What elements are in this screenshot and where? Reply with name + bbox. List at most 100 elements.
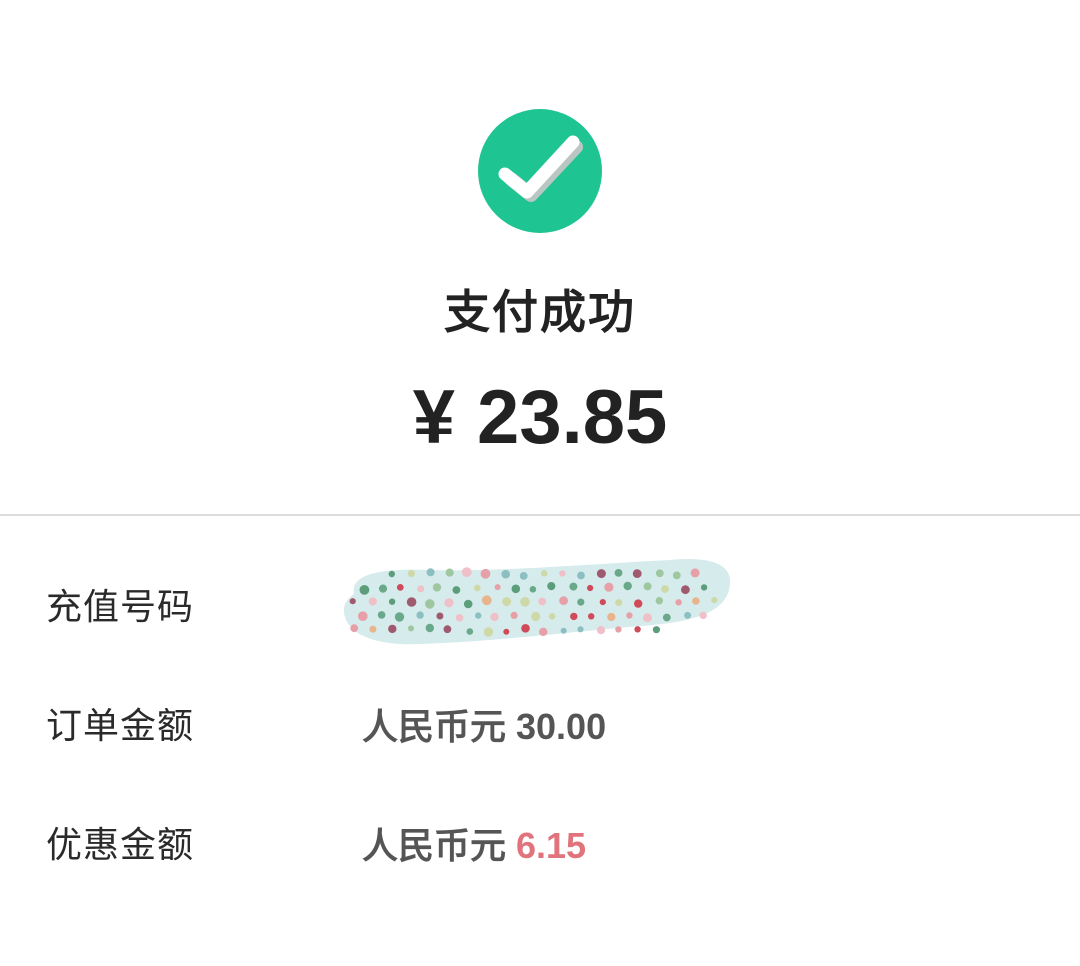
redaction-dot (519, 572, 528, 580)
redaction-dot (452, 586, 461, 594)
redaction-dot (547, 582, 556, 591)
redaction-dot (445, 568, 454, 577)
redaction-dot (632, 569, 642, 578)
redaction-dot (538, 597, 547, 606)
redaction-dot (378, 584, 388, 593)
redaction-dot (349, 598, 356, 605)
redaction-dot (661, 585, 669, 593)
redaction-dot (614, 569, 623, 577)
order-amount-number: 30.00 (516, 706, 607, 747)
redaction-dot (623, 581, 632, 591)
redaction-dot (599, 599, 606, 606)
redaction-dot (529, 586, 537, 593)
redaction-dot (432, 583, 442, 592)
redaction-dot (675, 599, 682, 606)
redaction-dot (480, 568, 491, 579)
redaction-dot (615, 599, 623, 607)
redaction-dot (503, 628, 510, 635)
redaction-dot (359, 585, 370, 595)
redaction-dot (388, 598, 396, 605)
currency-symbol: ¥ (412, 375, 456, 460)
redaction-dot (655, 597, 663, 605)
detail-label: 订单金额 (46, 706, 195, 747)
redaction-dot (652, 626, 660, 634)
redaction-dot (548, 613, 556, 620)
redaction-dot (511, 584, 521, 594)
redaction-dot (700, 584, 708, 591)
redaction-dot (377, 611, 386, 619)
redaction-dot (577, 626, 584, 633)
redaction-dot (643, 613, 652, 623)
redaction-dot (426, 568, 435, 577)
detail-row-discount-amount: 优惠金额 人民币元 6.15 (0, 816, 1080, 876)
redaction-dot (559, 596, 568, 605)
redaction-dot (416, 611, 424, 619)
check-circle-icon (477, 108, 603, 234)
redaction-dot (604, 582, 614, 592)
redaction-dot (358, 611, 368, 621)
discount-amount-number: 6.15 (516, 825, 587, 866)
redaction-dot (634, 626, 641, 633)
redaction-dot (461, 567, 472, 578)
redaction-dot (681, 585, 690, 595)
redaction-dot (417, 585, 425, 593)
payment-result-header: 支付成功 ¥23.85 (0, 0, 1080, 514)
redaction-dot (560, 627, 567, 634)
redaction-dot (425, 623, 434, 633)
currency-unit: 人民币元 (362, 826, 507, 867)
redaction-dot (368, 597, 377, 606)
redaction-dot (662, 613, 671, 622)
redaction-dot (455, 614, 464, 622)
redaction-dot (577, 571, 585, 580)
redaction-dot (502, 597, 512, 607)
redaction-dot (474, 584, 481, 592)
amount-value: 23.85 (477, 375, 668, 460)
detail-label: 充值号码 (46, 587, 195, 628)
redaction-dot (577, 598, 585, 606)
redaction-dot (408, 625, 414, 632)
detail-label: 优惠金额 (46, 825, 195, 866)
redaction-dot (369, 625, 377, 633)
redaction-dot (444, 598, 454, 608)
redaction-dot (443, 625, 452, 634)
redaction-dot (634, 599, 643, 608)
redaction-dot (463, 599, 473, 609)
redaction-dot (483, 627, 494, 637)
redaction-dot (406, 597, 417, 607)
currency-unit: 人民币元 (362, 707, 507, 748)
detail-row-order-amount: 订单金额 人民币元 30.00 (0, 697, 1080, 757)
redaction-dot (481, 595, 492, 606)
redaction-dot (655, 569, 664, 578)
redaction-dot (475, 612, 482, 619)
redaction-dot (350, 624, 359, 633)
redaction-dot (626, 612, 633, 619)
redaction-dot (559, 570, 566, 577)
redaction-dot (596, 626, 606, 635)
redaction-dot (436, 612, 444, 620)
redaction-dot (587, 584, 594, 592)
redaction-dot (692, 597, 700, 605)
payment-amount: ¥23.85 (0, 372, 1080, 464)
redaction-dot (388, 570, 395, 578)
section-divider (0, 514, 1080, 516)
redaction-dot (588, 613, 595, 620)
redaction-dot (540, 570, 548, 577)
redaction-dot (711, 597, 718, 604)
redaction-dot (501, 569, 510, 579)
discount-amount-value: 人民币元 6.15 (362, 816, 586, 877)
redaction-dot (643, 582, 652, 591)
redaction-dot (394, 612, 405, 622)
redaction-dot (510, 611, 518, 619)
redaction-dot (407, 570, 415, 578)
redaction-dot (490, 612, 499, 622)
redaction-dot (531, 611, 541, 622)
redaction-dot (520, 597, 530, 607)
redaction-dot (690, 568, 700, 578)
redaction-dot (596, 569, 606, 579)
redaction-dot (684, 611, 692, 619)
redaction-dot (388, 624, 397, 634)
redacted-recharge-number (340, 554, 732, 650)
redaction-dot (539, 627, 548, 636)
redaction-dot (569, 582, 578, 591)
redaction-dot (615, 626, 622, 633)
